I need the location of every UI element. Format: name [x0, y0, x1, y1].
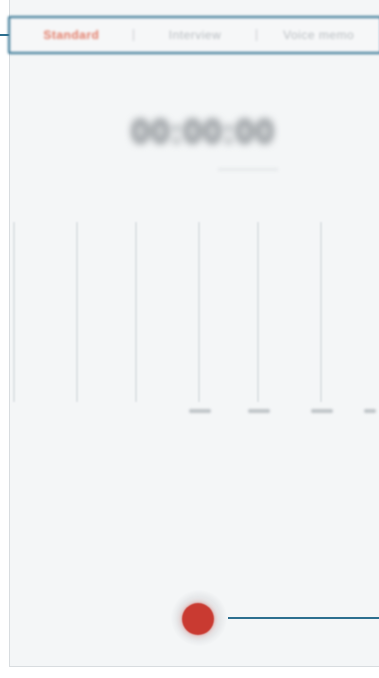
waveform-gridline [198, 222, 200, 402]
callout-line-record [228, 617, 379, 619]
recorder-screen: 00:00:00 [9, 0, 379, 667]
recording-mode-tabs: Standard Interview Voice memo [8, 16, 379, 54]
waveform-gridline [257, 222, 259, 402]
waveform-time-label [311, 409, 333, 413]
record-button[interactable] [182, 603, 214, 635]
waveform-gridline [13, 222, 15, 402]
waveform-time-label [189, 409, 211, 413]
waveform-gridline [76, 222, 78, 402]
waveform-gridline [320, 222, 322, 402]
timer-underline [218, 168, 278, 171]
waveform-time-label [364, 409, 376, 413]
elapsed-time: 00:00:00 [130, 112, 276, 151]
waveform-time-label [248, 409, 270, 413]
waveform-gridline [135, 222, 137, 402]
tab-standard[interactable]: Standard [10, 22, 133, 48]
tab-interview[interactable]: Interview [134, 22, 257, 48]
tab-voice-memo[interactable]: Voice memo [257, 22, 379, 48]
